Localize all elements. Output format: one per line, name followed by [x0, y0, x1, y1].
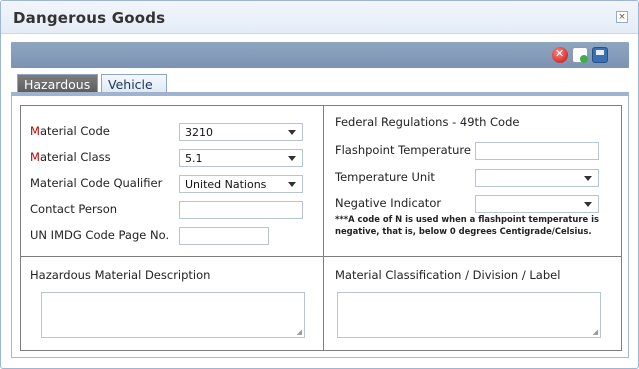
required-marker: M [30, 150, 40, 164]
toolbar [11, 42, 629, 68]
title-bar: Dangerous Goods × [1, 1, 638, 34]
tab-hazardous[interactable]: Hazardous [17, 74, 98, 94]
flashpoint-label: Flashpoint Temperature [335, 143, 471, 157]
imdg-page-label: UN IMDG Code Page No. [30, 228, 170, 242]
flashpoint-input[interactable] [475, 142, 599, 160]
classification-label: Material Classification / Division / Lab… [335, 268, 561, 282]
hazardous-description-textarea[interactable]: ◢ [41, 292, 305, 338]
dialog-title: Dangerous Goods [13, 9, 166, 27]
contact-person-label: Contact Person [30, 202, 118, 216]
new-document-icon[interactable] [572, 47, 588, 63]
resize-grip-icon[interactable]: ◢ [297, 328, 302, 336]
material-class-label-text: aterial Class [39, 150, 111, 164]
temperature-unit-select[interactable] [475, 169, 599, 187]
row-divider [21, 256, 621, 257]
material-code-label-text: aterial Code [39, 124, 110, 138]
form-grid: Material Code 3210 Material Class 5.1 Ma… [20, 105, 622, 351]
hazardous-panel: Material Code 3210 Material Class 5.1 Ma… [11, 96, 629, 358]
temperature-unit-label: Temperature Unit [335, 170, 435, 184]
resize-grip-icon[interactable]: ◢ [593, 328, 598, 336]
classification-textarea[interactable]: ◢ [337, 292, 601, 338]
hazardous-description-label: Hazardous Material Description [30, 268, 211, 282]
close-icon[interactable]: × [616, 11, 628, 23]
required-marker: M [30, 124, 40, 138]
tab-vehicle[interactable]: Vehicle [101, 74, 167, 94]
cancel-icon[interactable] [552, 47, 568, 63]
flashpoint-note: ***A code of N is used when a flashpoint… [335, 214, 599, 236]
material-code-select[interactable]: 3210 [179, 123, 303, 141]
qualifier-select[interactable]: United Nations [179, 175, 303, 193]
federal-regulations-title: Federal Regulations - 49th Code [335, 115, 520, 129]
qualifier-label: Material Code Qualifier [30, 176, 163, 190]
save-icon[interactable] [592, 47, 608, 63]
negative-indicator-label: Negative Indicator [335, 196, 442, 210]
material-code-label: Material Code [30, 124, 110, 138]
contact-person-input[interactable] [179, 201, 303, 219]
imdg-page-input[interactable] [179, 227, 269, 245]
negative-indicator-select[interactable] [475, 195, 599, 213]
column-divider [323, 106, 324, 350]
material-class-label: Material Class [30, 150, 111, 164]
material-class-select[interactable]: 5.1 [179, 149, 303, 167]
dangerous-goods-dialog: Dangerous Goods × Hazardous Vehicle Mate… [0, 0, 639, 369]
